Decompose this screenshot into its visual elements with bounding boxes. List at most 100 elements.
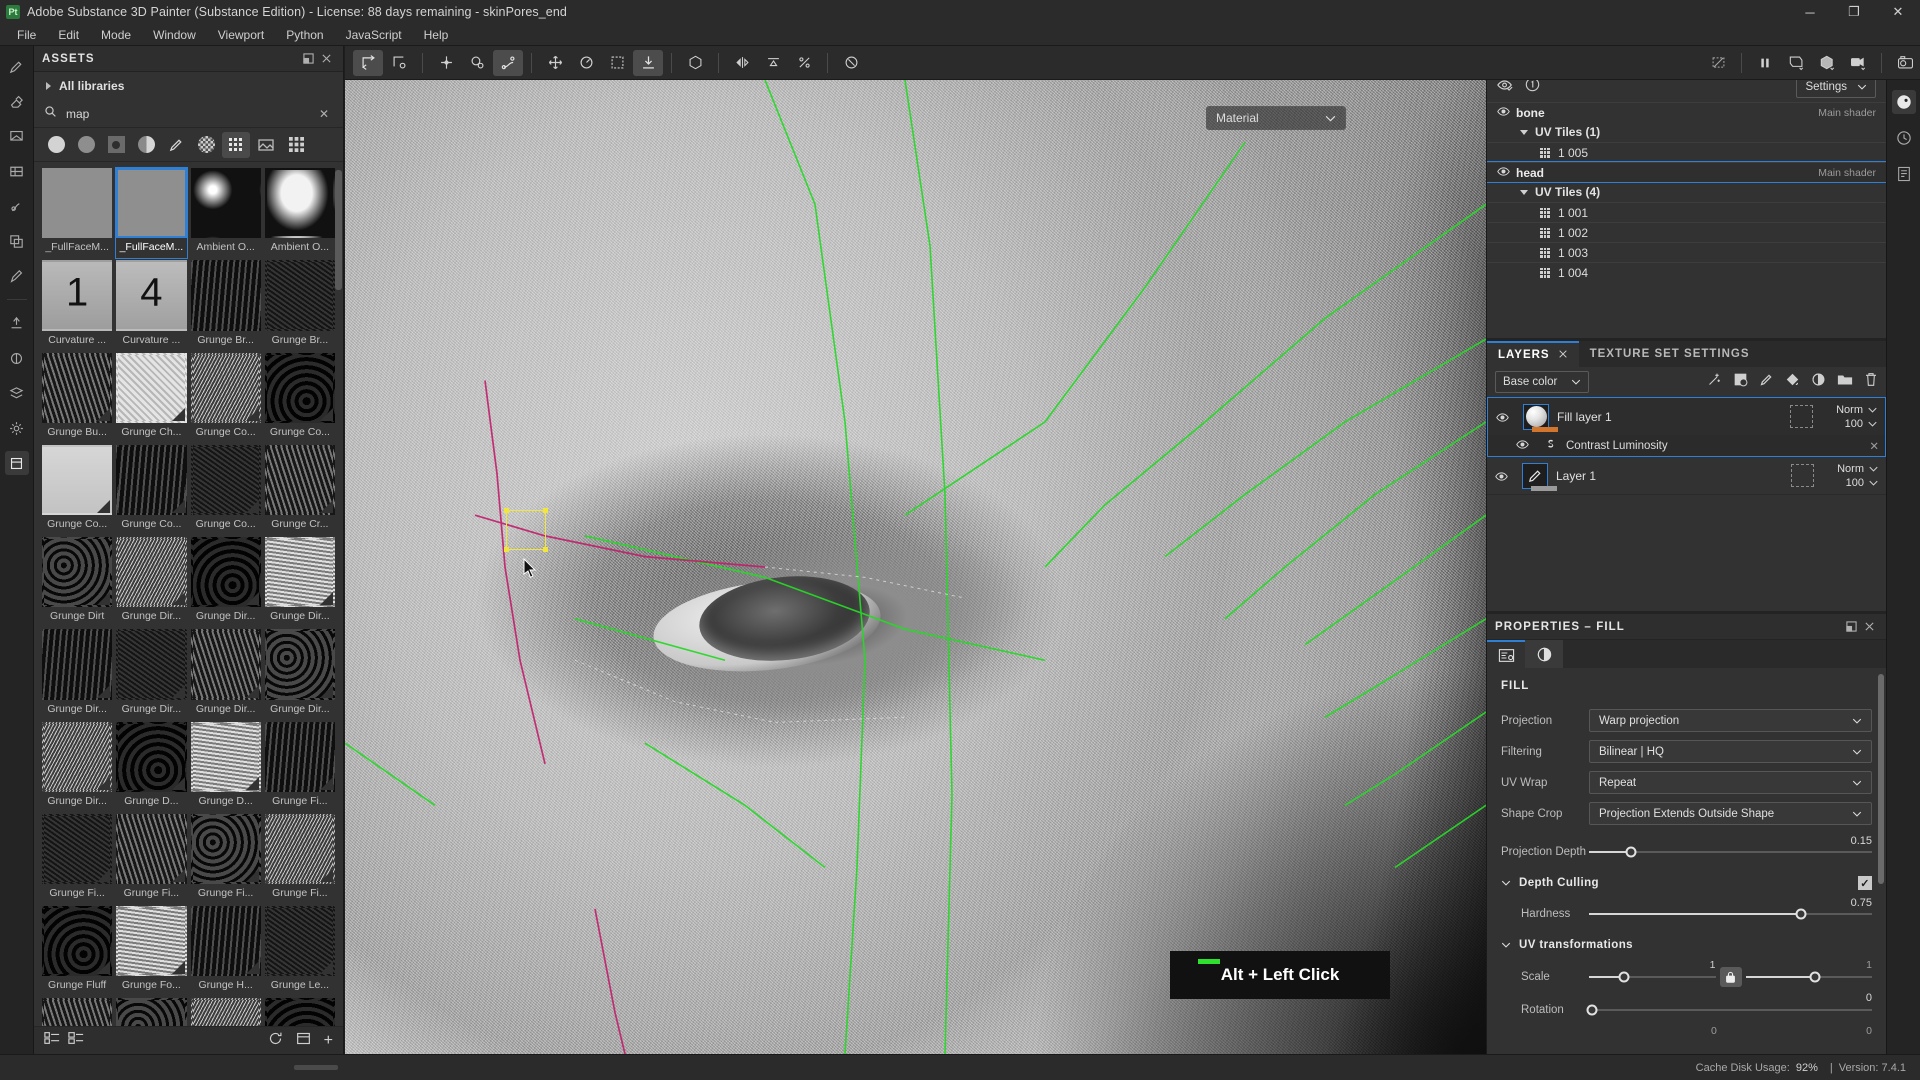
- properties-body[interactable]: FILL Projection Warp projection Filterin…: [1487, 668, 1886, 1054]
- channel-selector-dropdown[interactable]: Base color: [1495, 371, 1589, 393]
- layer-blend-mode[interactable]: Norm: [1836, 404, 1877, 416]
- visibility-icon[interactable]: [1497, 166, 1510, 179]
- import-icon[interactable]: [296, 1031, 311, 1051]
- clone-icon[interactable]: [5, 229, 29, 253]
- asset-item[interactable]: Grunge Br...: [264, 260, 335, 350]
- tri-planar-tool-icon[interactable]: [384, 50, 414, 76]
- scale-u-slider[interactable]: 1: [1589, 959, 1716, 983]
- material-tool-icon[interactable]: [680, 50, 710, 76]
- export-icon[interactable]: [5, 311, 29, 335]
- path-tool-icon[interactable]: [493, 49, 523, 76]
- move-tool-icon[interactable]: [540, 50, 570, 76]
- add-folder-icon[interactable]: [1837, 373, 1853, 392]
- rotation-slider[interactable]: 0: [1586, 992, 1872, 1016]
- asset-item[interactable]: Grunge Le...: [116, 998, 187, 1026]
- search-input[interactable]: [66, 106, 306, 121]
- asset-item[interactable]: Grunge Le...: [264, 906, 335, 996]
- menu-item-help[interactable]: Help: [413, 24, 460, 46]
- layer-thumbnail[interactable]: [1523, 403, 1549, 430]
- assets-grid-scroll[interactable]: _FullFaceM... _FullFaceM... Ambient O... Am…: [34, 162, 343, 1026]
- split-view-tool-icon[interactable]: [789, 50, 819, 76]
- shape-crop-dropdown[interactable]: Projection Extends Outside Shape: [1589, 802, 1872, 825]
- no-effect-tool-icon[interactable]: [836, 50, 866, 76]
- projection-icon[interactable]: [5, 124, 29, 148]
- add-adjustment-icon[interactable]: [1733, 372, 1748, 392]
- scale-tool-icon[interactable]: [602, 50, 632, 76]
- visibility-icon[interactable]: [1497, 78, 1513, 97]
- menu-item-edit[interactable]: Edit: [47, 24, 90, 46]
- viewport-3d[interactable]: Material Alt + Left Click: [345, 80, 1486, 1054]
- scale-v-slider[interactable]: 1: [1745, 959, 1872, 983]
- shader-icon[interactable]: [1891, 90, 1916, 114]
- add-asset-icon[interactable]: +: [324, 1032, 333, 1050]
- minimize-button[interactable]: ─: [1788, 0, 1832, 24]
- projection-dropdown[interactable]: Warp projection: [1589, 709, 1872, 732]
- asset-item[interactable]: Grunge Fi...: [264, 721, 335, 812]
- asset-item[interactable]: Grunge Co...: [190, 352, 261, 443]
- bake-tool-icon[interactable]: [633, 49, 663, 76]
- asset-item[interactable]: _FullFaceM...: [42, 168, 113, 258]
- parameters-tab[interactable]: [1487, 640, 1525, 668]
- uv-tile-row[interactable]: 1 004: [1487, 262, 1886, 282]
- asset-item[interactable]: Grunge Dir...: [264, 629, 335, 719]
- numbering-icon[interactable]: [1525, 77, 1540, 97]
- settings-gear-icon[interactable]: [5, 416, 29, 440]
- uv-tiles-group[interactable]: UV Tiles (1): [1487, 122, 1886, 142]
- symmetry-plane-tool-icon[interactable]: [727, 50, 757, 76]
- texture-set-tree[interactable]: bone Main shader UV Tiles (1) 1 005 head Main…: [1487, 102, 1886, 338]
- hardness-slider[interactable]: 0.75: [1589, 897, 1872, 920]
- alpha-filter-icon[interactable]: [192, 132, 220, 158]
- asset-item[interactable]: Grunge Dir...: [190, 629, 261, 719]
- asset-item[interactable]: 1 Curvature ...: [42, 260, 113, 350]
- menu-item-mode[interactable]: Mode: [90, 24, 142, 46]
- history-icon[interactable]: [1892, 126, 1916, 150]
- environment-filter-icon[interactable]: [252, 132, 280, 158]
- close-icon[interactable]: [1860, 618, 1878, 636]
- asset-item[interactable]: Grunge Fo...: [116, 906, 187, 996]
- layer-mask-slot[interactable]: [1791, 464, 1814, 487]
- menu-item-python[interactable]: Python: [275, 24, 334, 46]
- close-button[interactable]: ✕: [1876, 0, 1920, 24]
- asset-item[interactable]: Grunge Dir...: [116, 629, 187, 719]
- layer-opacity[interactable]: 100: [1845, 418, 1877, 430]
- asset-item[interactable]: Grunge Fi...: [116, 813, 187, 904]
- material-tab[interactable]: [1525, 640, 1563, 668]
- uv-tile-row[interactable]: 1 001: [1487, 202, 1886, 222]
- asset-item[interactable]: Grunge Le...: [190, 998, 261, 1026]
- asset-item[interactable]: Grunge Fi...: [42, 813, 113, 904]
- assets-scrollbar[interactable]: [335, 162, 342, 1026]
- viewport-canvas[interactable]: Material Alt + Left Click: [345, 80, 1486, 1054]
- projection-depth-slider[interactable]: 0.15: [1589, 835, 1872, 858]
- asset-item[interactable]: Grunge Br...: [190, 260, 261, 350]
- plugin-icon[interactable]: [4, 451, 29, 475]
- menu-item-window[interactable]: Window: [142, 24, 207, 46]
- asset-item[interactable]: Grunge Dirt: [42, 537, 113, 627]
- smudge-icon[interactable]: [5, 194, 29, 218]
- list-view-icon[interactable]: [44, 1031, 60, 1050]
- layer-mask-slot[interactable]: [1790, 405, 1813, 428]
- polygon-fill-icon[interactable]: [5, 159, 29, 183]
- log-icon[interactable]: [1892, 162, 1916, 186]
- asset-item[interactable]: Ambient O...: [265, 168, 335, 258]
- asset-item[interactable]: Grunge Le...: [42, 998, 113, 1026]
- texture-set-row[interactable]: bone Main shader: [1487, 102, 1886, 122]
- asset-item[interactable]: Grunge D...: [116, 721, 187, 812]
- display-3d-icon[interactable]: [1812, 50, 1842, 76]
- asset-item[interactable]: Grunge Co...: [42, 444, 113, 535]
- layer-blend-mode[interactable]: Norm: [1837, 463, 1878, 475]
- asset-item[interactable]: Grunge Dir...: [264, 537, 335, 627]
- eraser-icon[interactable]: [5, 89, 29, 113]
- asset-item[interactable]: Grunge D...: [190, 721, 261, 812]
- close-icon[interactable]: [1558, 349, 1568, 362]
- refresh-icon[interactable]: [268, 1031, 283, 1051]
- properties-scrollbar[interactable]: [1878, 674, 1884, 1014]
- asset-item[interactable]: Grunge Cr...: [264, 444, 335, 535]
- layer-row[interactable]: Layer 1 Norm 100: [1487, 457, 1886, 495]
- filtering-dropdown[interactable]: Bilinear | HQ: [1589, 740, 1872, 763]
- asset-item[interactable]: Grunge Dir...: [42, 629, 113, 719]
- bake-icon[interactable]: [5, 346, 29, 370]
- depth-culling-checkbox[interactable]: ✓: [1858, 876, 1872, 890]
- layer-effect-row[interactable]: Contrast Luminosity ✕: [1487, 435, 1886, 457]
- paint-brush-icon[interactable]: [5, 54, 29, 78]
- remove-effect-icon[interactable]: ✕: [1869, 439, 1879, 453]
